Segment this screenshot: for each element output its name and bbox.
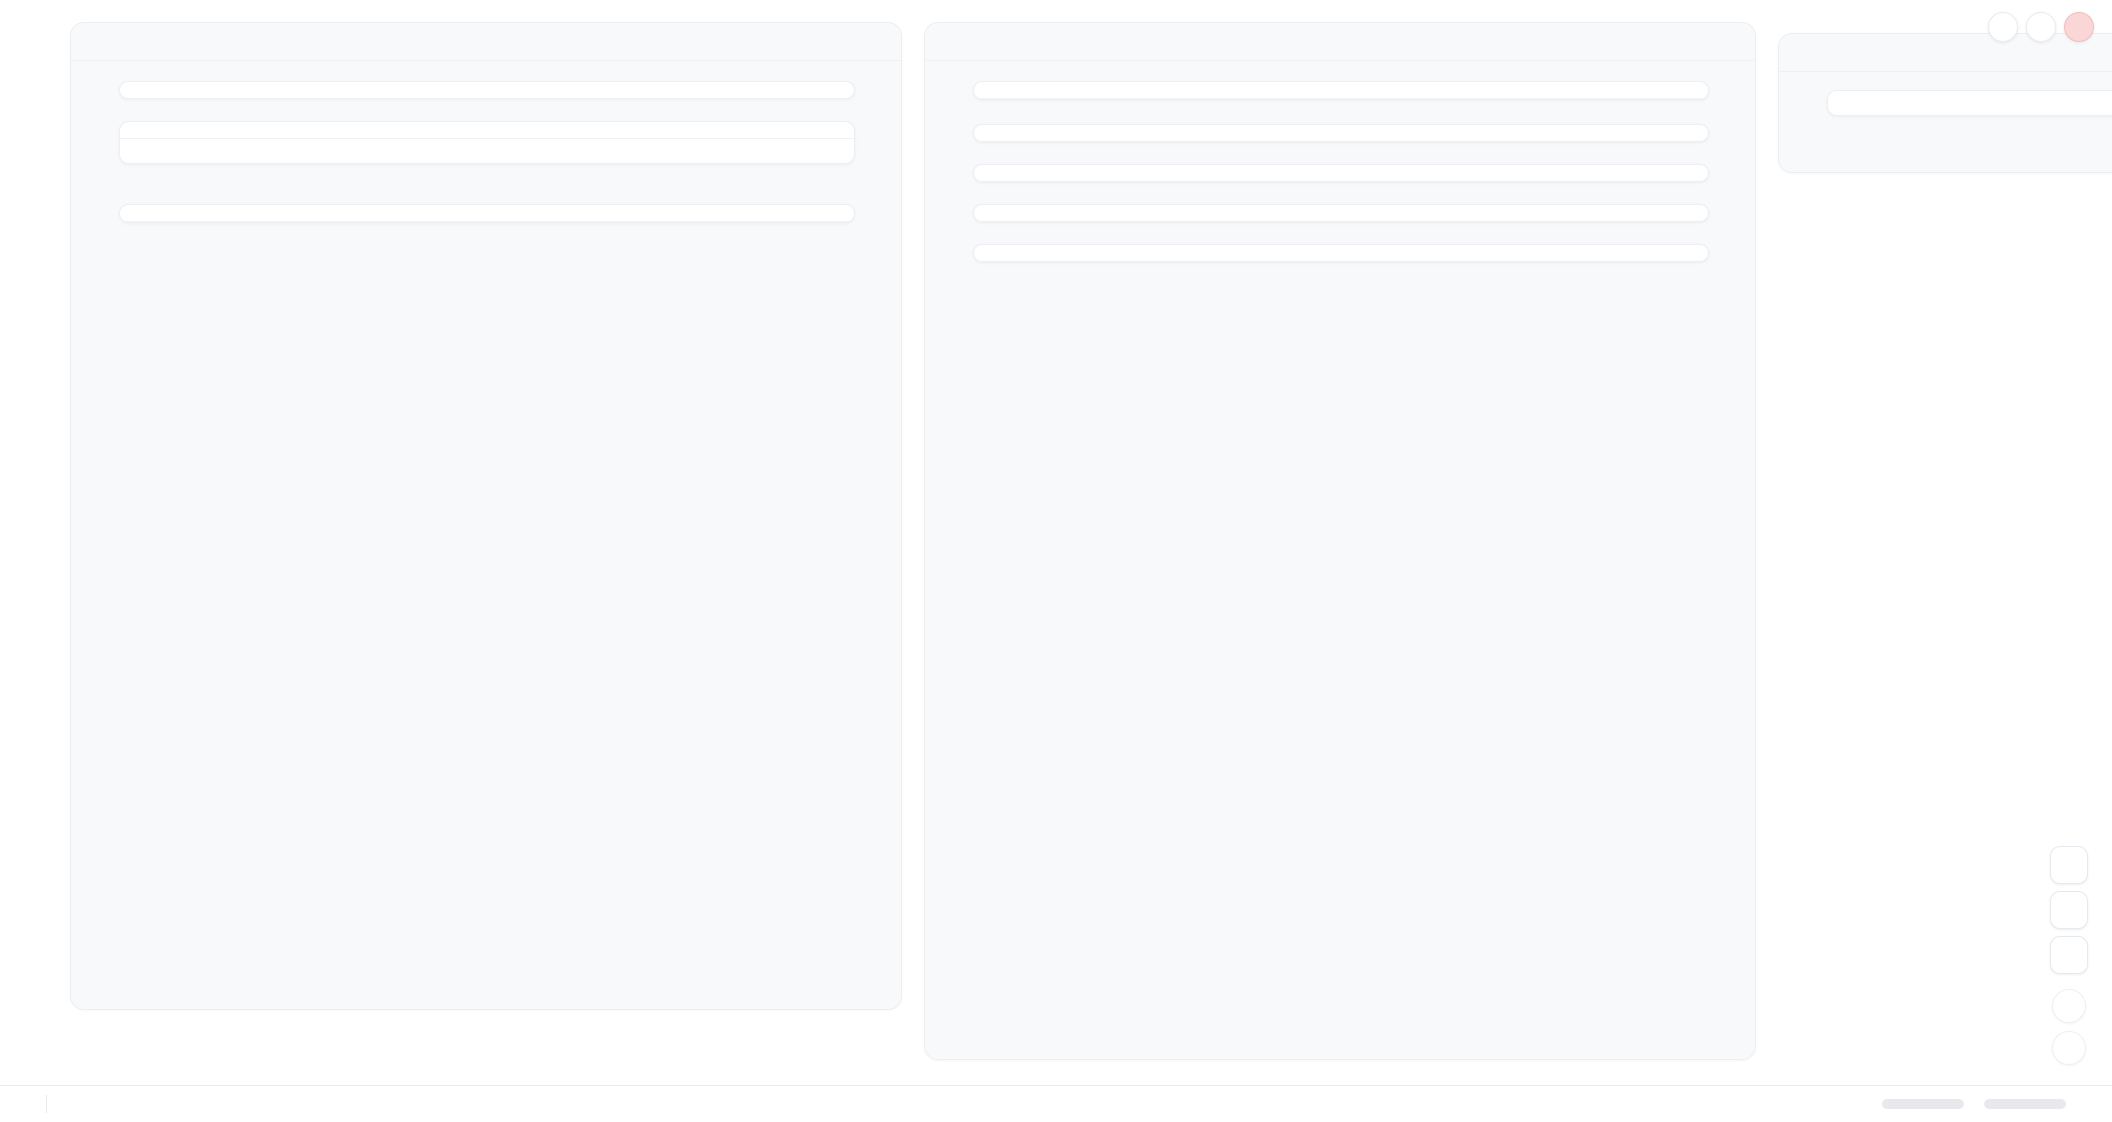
empty-code-cell[interactable] — [1827, 90, 2112, 116]
left-column-header — [71, 23, 901, 61]
status-bar — [0, 1085, 2112, 1122]
stop-button[interactable] — [2052, 989, 2086, 1023]
code-cell-vstack[interactable] — [119, 121, 855, 164]
add-cell-button[interactable] — [1723, 29, 1749, 55]
column-left-button[interactable] — [87, 29, 113, 55]
layout-button[interactable] — [2050, 891, 2088, 929]
sidebar — [0, 0, 56, 1084]
action-button-stack — [2050, 846, 2088, 1065]
chart-output — [974, 98, 1708, 99]
selected-dataset-code[interactable] — [974, 205, 1708, 221]
middle-column-header — [925, 23, 1755, 61]
ram-meter — [1882, 1099, 1964, 1109]
vstack-code[interactable] — [120, 122, 854, 138]
column-left-button[interactable] — [1795, 40, 1821, 66]
left-column-body — [71, 61, 901, 1009]
middle-column-body — [925, 61, 1755, 1059]
right-column-panel — [1778, 33, 2112, 173]
code-cell-xy-plot-dropdowns[interactable] — [973, 164, 1709, 182]
gear-icon[interactable] — [2026, 12, 2056, 42]
status-bar-left — [16, 1095, 59, 1113]
menu-icon[interactable] — [1988, 12, 2018, 42]
column-right-button[interactable] — [1835, 40, 1861, 66]
status-bar-right — [1872, 1099, 2096, 1109]
window-controls — [1988, 12, 2094, 42]
divider — [46, 1095, 47, 1113]
column-right-button[interactable] — [127, 29, 153, 55]
command-palette-button[interactable] — [2050, 936, 2088, 974]
close-icon[interactable] — [2064, 12, 2094, 42]
dataset-dropdown-code[interactable] — [974, 125, 1708, 141]
save-button[interactable] — [2050, 846, 2088, 884]
dataframe-table-output — [120, 221, 854, 222]
code-cell-imports[interactable] — [119, 81, 855, 99]
middle-column-panel — [924, 22, 1756, 1060]
code-cell-plot[interactable] — [973, 81, 1709, 100]
column-right-button[interactable] — [981, 29, 1007, 55]
left-column-panel — [70, 22, 902, 1010]
run-button[interactable] — [2052, 1031, 2086, 1065]
xy-plot-dropdowns-code[interactable] — [974, 165, 1708, 181]
add-cell-button[interactable] — [869, 29, 895, 55]
code-cell-dataset-dropdown[interactable] — [973, 124, 1709, 142]
dataframe-code[interactable] — [120, 205, 854, 221]
code-cell-selected-dataset[interactable] — [973, 204, 1709, 222]
plot-type-code[interactable] — [974, 245, 1708, 261]
code-cell-plot-type[interactable] — [973, 244, 1709, 262]
code-cell-dataframe[interactable] — [119, 204, 855, 223]
imports-code[interactable] — [120, 82, 854, 98]
vstack-output — [120, 138, 854, 163]
cpu-meter — [1984, 1099, 2066, 1109]
plot-code[interactable] — [974, 82, 1708, 98]
column-left-button[interactable] — [941, 29, 967, 55]
